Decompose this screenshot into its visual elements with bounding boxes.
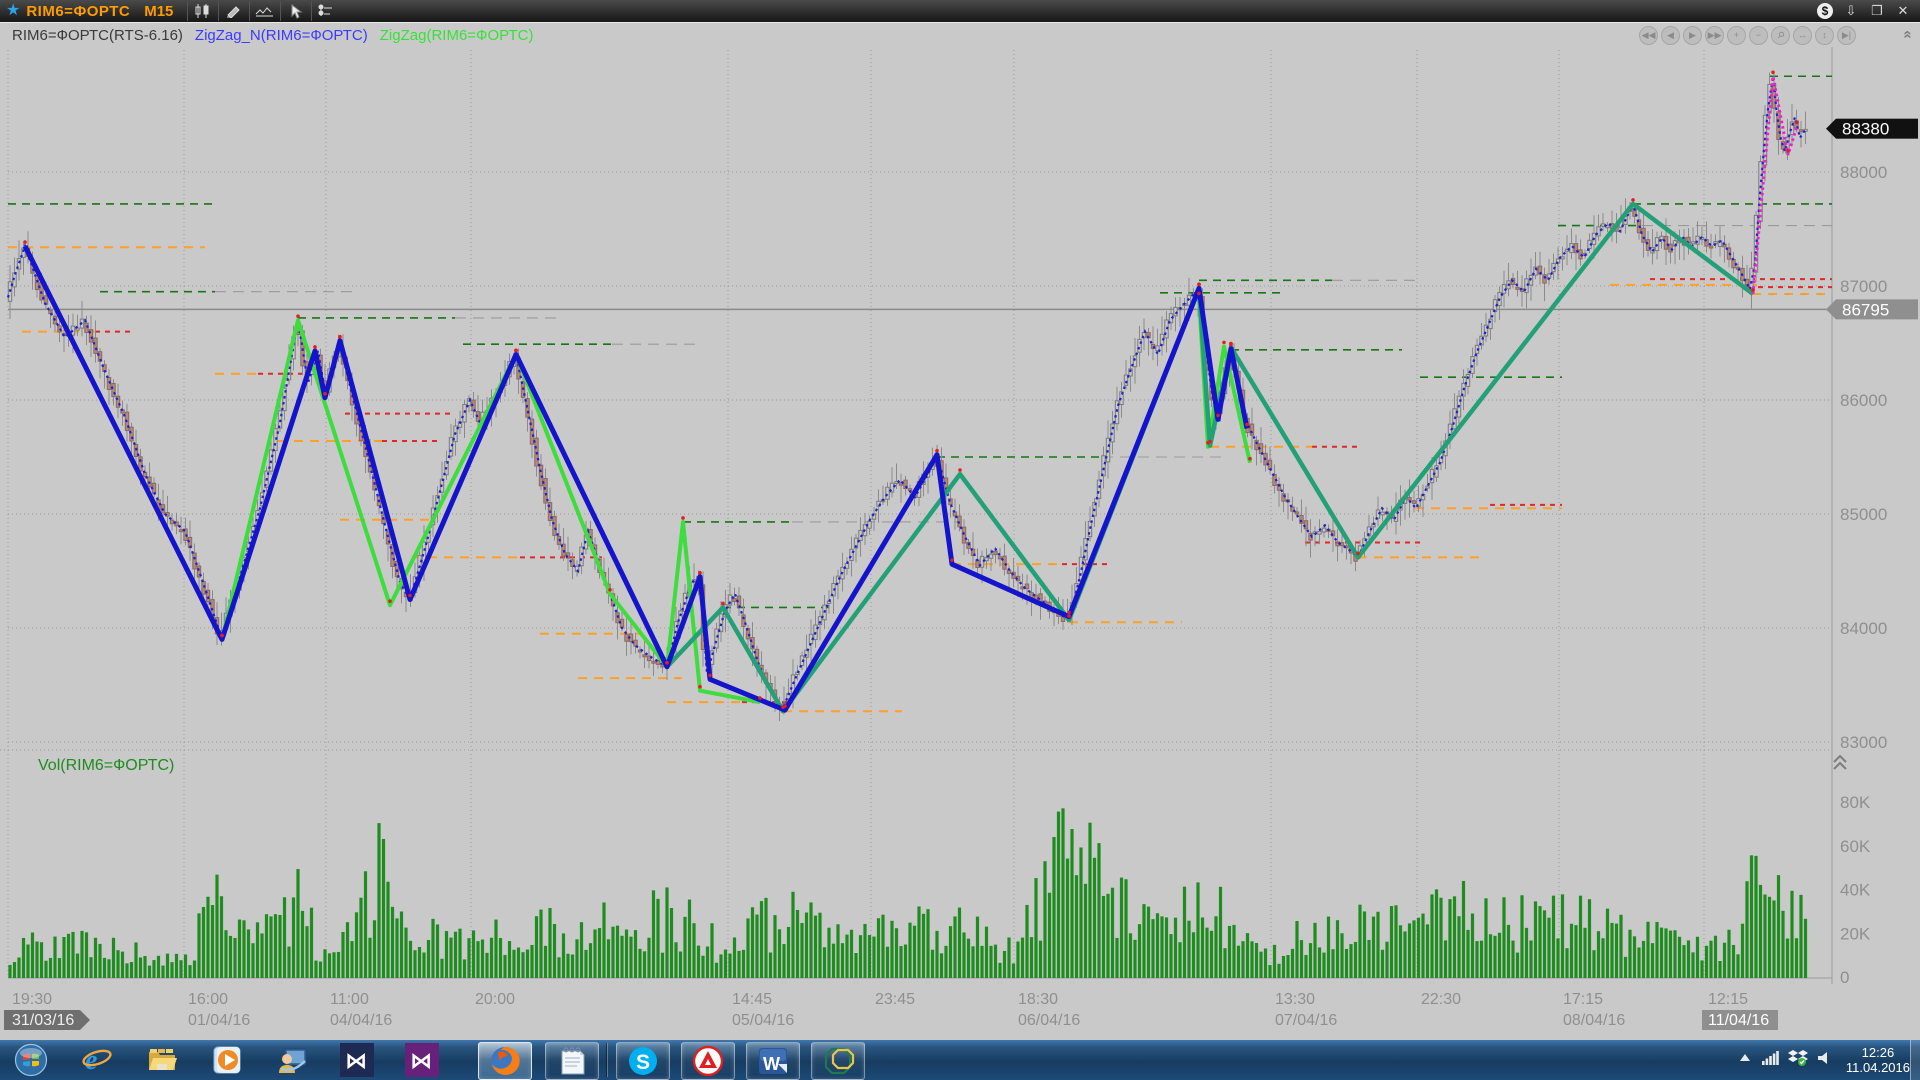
dropbox-icon[interactable] [1788,1049,1808,1072]
svg-text:01/04/16: 01/04/16 [188,1012,250,1029]
legend-instrument[interactable]: RIM6=ФОРТС(RTS-6.16) [12,27,183,44]
svg-text:14:45: 14:45 [732,991,772,1008]
scroll-left-button[interactable]: ◀ [1661,26,1680,45]
svg-text:⋈: ⋈ [345,1049,367,1074]
svg-text:87000: 87000 [1840,277,1887,296]
svg-text:20:00: 20:00 [475,991,515,1008]
svg-text:18:30: 18:30 [1018,991,1058,1008]
chart-canvas[interactable]: 88000 87000 86000 85000 84000 83000 80K 60K 40K 2… [0,46,1920,1040]
svg-text:80K: 80K [1840,793,1871,812]
tray-time: 12:26 [1846,1045,1910,1060]
show-desktop-button[interactable] [1910,1040,1920,1080]
svg-text:16:00: 16:00 [188,991,228,1008]
levels-tool-icon[interactable] [249,1,280,21]
download-icon[interactable]: ⇩ [1838,1,1864,21]
start-button[interactable] [8,1042,54,1078]
svg-text:11:00: 11:00 [330,991,369,1008]
scroll-fast-left-button[interactable]: ◀◀ [1639,26,1658,45]
internet-explorer-icon[interactable]: e [74,1042,120,1078]
notepad-icon[interactable] [545,1042,599,1080]
timeframe-label[interactable]: M15 [144,3,173,20]
svg-text:13:30: 13:30 [1275,991,1315,1008]
svg-text:19:30: 19:30 [12,991,52,1008]
svg-text:05/04/16: 05/04/16 [732,1012,794,1029]
speaker-icon[interactable] [1817,1050,1833,1071]
chart-nav-buttons: ◀◀◀▶▶▶+−⚲↔↕▶| [1639,26,1856,45]
tray-clock[interactable]: 12:2611.04.2016 [1846,1045,1910,1075]
favorite-star-icon[interactable]: ★ [6,0,20,22]
svg-text:06/04/16: 06/04/16 [1018,1012,1080,1029]
collapse-volume-icon [1834,756,1846,769]
money-icon[interactable]: $ [1812,1,1838,21]
svg-text:22:30: 22:30 [1421,991,1461,1008]
legend-zigzag-n[interactable]: ZigZag_N(RIM6=ФОРТС) [195,27,368,44]
scroll-right-button[interactable]: ▶ [1683,26,1702,45]
magnifier-button[interactable]: ⚲ [1767,22,1794,49]
svg-text:e: e [85,1045,97,1076]
svg-text:31/03/16: 31/03/16 [12,1012,74,1029]
svg-text:23:45: 23:45 [875,991,915,1008]
indicator-tool-icon[interactable] [311,1,342,21]
network-signal-icon[interactable] [1761,1050,1779,1071]
taskbar-divider [606,1043,608,1077]
svg-text:04/04/16: 04/04/16 [330,1012,392,1029]
svg-text:07/04/16: 07/04/16 [1275,1012,1337,1029]
svg-text:20K: 20K [1840,924,1871,943]
legend-row: RIM6=ФОРТС(RTS-6.16) ZigZag_N(RIM6=ФОРТС… [0,22,1920,47]
svg-text:85000: 85000 [1840,505,1887,524]
close-icon[interactable]: ✕ [1890,1,1916,21]
chart-toolbar [187,0,342,22]
restore-icon[interactable]: ❐ [1864,1,1890,21]
svg-text:S: S [636,1051,650,1074]
skype-icon[interactable]: S [616,1042,670,1080]
visual-studio-purple-icon[interactable]: ⋈ [399,1042,445,1078]
go-to-end-button[interactable]: ▶| [1837,26,1856,45]
word-icon[interactable]: W [746,1042,800,1080]
svg-text:83000: 83000 [1840,733,1887,752]
svg-text:86795: 86795 [1842,300,1889,319]
svg-text:11/04/16: 11/04/16 [1708,1012,1769,1029]
candlestick-tool-icon[interactable] [187,1,218,21]
firefox-icon[interactable] [478,1042,532,1080]
draw-tool-icon[interactable] [218,1,249,21]
compress-horizontal-button[interactable]: ↔ [1793,26,1812,45]
red-triangle-app-icon[interactable] [681,1042,735,1080]
system-tray: 12:2611.04.2016 [1738,1040,1910,1080]
svg-text:⋈: ⋈ [410,1049,432,1074]
svg-text:17:15: 17:15 [1563,991,1603,1008]
svg-text:88000: 88000 [1840,163,1887,182]
compress-vertical-button[interactable]: ↕ [1815,26,1834,45]
zoom-out-button[interactable]: − [1749,26,1768,45]
trading-terminal-window: ★ RIM6=ФОРТС M15 $⇩❐✕ RIM6=ФОРТС(RTS-6.1… [0,0,1920,1080]
tray-date: 11.04.2016 [1846,1060,1910,1075]
windows-explorer-icon[interactable] [139,1042,185,1078]
svg-text:88380: 88380 [1842,120,1889,139]
svg-text:12:15: 12:15 [1708,991,1748,1008]
collapse-panel-icon[interactable]: « [1899,30,1916,38]
window-title: RIM6=ФОРТС [26,3,130,20]
svg-text:60K: 60K [1840,837,1871,856]
cursor-tool-icon[interactable] [280,1,311,21]
volume-pane-label: Vol(RIM6=ФОРТС) [38,757,174,774]
svg-text:86000: 86000 [1840,391,1887,410]
svg-text:W: W [763,1054,780,1074]
legend-zigzag[interactable]: ZigZag(RIM6=ФОРТС) [380,27,534,44]
svg-text:08/04/16: 08/04/16 [1563,1012,1625,1029]
svg-text:0: 0 [1840,968,1849,987]
svg-text:84000: 84000 [1840,619,1887,638]
visual-studio-dark-icon[interactable]: ⋈ [334,1042,380,1078]
octagon-app-icon[interactable] [811,1042,865,1080]
remote-user-app-icon[interactable] [269,1042,315,1078]
svg-text:40K: 40K [1840,881,1871,900]
title-bar: ★ RIM6=ФОРТС M15 $⇩❐✕ [0,0,1920,22]
media-player-icon[interactable] [204,1042,250,1078]
windows-taskbar: e ⋈ ⋈ S W 12:2611.04.2016 [0,1040,1920,1080]
zoom-in-button[interactable]: + [1727,26,1746,45]
window-controls: $⇩❐✕ [1812,1,1916,21]
scroll-fast-right-button[interactable]: ▶▶ [1705,26,1724,45]
hidden-icons-icon[interactable] [1738,1051,1752,1069]
